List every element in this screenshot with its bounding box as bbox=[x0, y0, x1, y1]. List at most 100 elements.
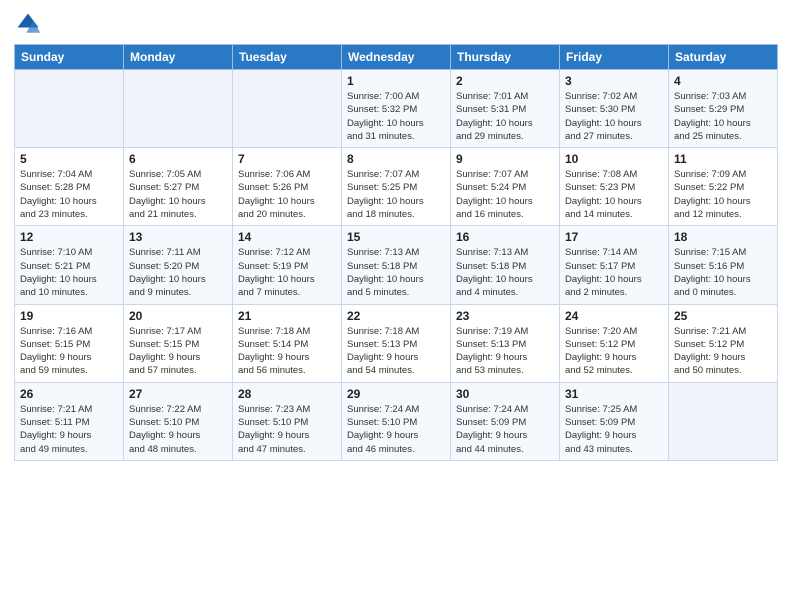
day-number: 17 bbox=[565, 230, 663, 244]
day-cell bbox=[669, 382, 778, 460]
calendar-table: SundayMondayTuesdayWednesdayThursdayFrid… bbox=[14, 44, 778, 461]
day-info: Sunrise: 7:23 AM Sunset: 5:10 PM Dayligh… bbox=[238, 403, 336, 456]
day-cell: 24 Sunrise: 7:20 AM Sunset: 5:12 PM Dayli… bbox=[560, 304, 669, 382]
day-cell: 20 Sunrise: 7:17 AM Sunset: 5:15 PM Dayli… bbox=[124, 304, 233, 382]
day-info: Sunrise: 7:13 AM Sunset: 5:18 PM Dayligh… bbox=[347, 246, 445, 299]
day-info: Sunrise: 7:19 AM Sunset: 5:13 PM Dayligh… bbox=[456, 325, 554, 378]
day-number: 19 bbox=[20, 309, 118, 323]
day-info: Sunrise: 7:11 AM Sunset: 5:20 PM Dayligh… bbox=[129, 246, 227, 299]
day-cell: 19 Sunrise: 7:16 AM Sunset: 5:15 PM Dayli… bbox=[15, 304, 124, 382]
day-cell: 5 Sunrise: 7:04 AM Sunset: 5:28 PM Daylig… bbox=[15, 148, 124, 226]
day-number: 16 bbox=[456, 230, 554, 244]
day-info: Sunrise: 7:01 AM Sunset: 5:31 PM Dayligh… bbox=[456, 90, 554, 143]
day-info: Sunrise: 7:24 AM Sunset: 5:09 PM Dayligh… bbox=[456, 403, 554, 456]
weekday-header-thursday: Thursday bbox=[451, 45, 560, 70]
day-cell bbox=[233, 70, 342, 148]
day-info: Sunrise: 7:24 AM Sunset: 5:10 PM Dayligh… bbox=[347, 403, 445, 456]
day-info: Sunrise: 7:22 AM Sunset: 5:10 PM Dayligh… bbox=[129, 403, 227, 456]
day-number: 20 bbox=[129, 309, 227, 323]
calendar-page: SundayMondayTuesdayWednesdayThursdayFrid… bbox=[0, 0, 792, 612]
day-info: Sunrise: 7:07 AM Sunset: 5:24 PM Dayligh… bbox=[456, 168, 554, 221]
weekday-header-sunday: Sunday bbox=[15, 45, 124, 70]
weekday-header-tuesday: Tuesday bbox=[233, 45, 342, 70]
day-number: 28 bbox=[238, 387, 336, 401]
day-number: 9 bbox=[456, 152, 554, 166]
day-info: Sunrise: 7:20 AM Sunset: 5:12 PM Dayligh… bbox=[565, 325, 663, 378]
day-number: 15 bbox=[347, 230, 445, 244]
day-number: 10 bbox=[565, 152, 663, 166]
day-number: 13 bbox=[129, 230, 227, 244]
day-number: 31 bbox=[565, 387, 663, 401]
day-number: 18 bbox=[674, 230, 772, 244]
logo bbox=[14, 10, 46, 38]
day-number: 27 bbox=[129, 387, 227, 401]
day-cell: 27 Sunrise: 7:22 AM Sunset: 5:10 PM Dayli… bbox=[124, 382, 233, 460]
day-info: Sunrise: 7:13 AM Sunset: 5:18 PM Dayligh… bbox=[456, 246, 554, 299]
day-number: 24 bbox=[565, 309, 663, 323]
day-cell: 9 Sunrise: 7:07 AM Sunset: 5:24 PM Daylig… bbox=[451, 148, 560, 226]
week-row-5: 26 Sunrise: 7:21 AM Sunset: 5:11 PM Dayli… bbox=[15, 382, 778, 460]
day-cell bbox=[124, 70, 233, 148]
day-info: Sunrise: 7:10 AM Sunset: 5:21 PM Dayligh… bbox=[20, 246, 118, 299]
day-cell: 15 Sunrise: 7:13 AM Sunset: 5:18 PM Dayli… bbox=[342, 226, 451, 304]
day-number: 23 bbox=[456, 309, 554, 323]
day-cell: 2Sunrise: 7:01 AM Sunset: 5:31 PM Daylig… bbox=[451, 70, 560, 148]
day-info: Sunrise: 7:12 AM Sunset: 5:19 PM Dayligh… bbox=[238, 246, 336, 299]
day-cell: 28 Sunrise: 7:23 AM Sunset: 5:10 PM Dayli… bbox=[233, 382, 342, 460]
week-row-3: 12 Sunrise: 7:10 AM Sunset: 5:21 PM Dayli… bbox=[15, 226, 778, 304]
day-number: 26 bbox=[20, 387, 118, 401]
day-info: Sunrise: 7:21 AM Sunset: 5:11 PM Dayligh… bbox=[20, 403, 118, 456]
day-cell: 8Sunrise: 7:07 AM Sunset: 5:25 PM Daylig… bbox=[342, 148, 451, 226]
day-number: 21 bbox=[238, 309, 336, 323]
day-info: Sunrise: 7:04 AM Sunset: 5:28 PM Dayligh… bbox=[20, 168, 118, 221]
day-number: 22 bbox=[347, 309, 445, 323]
day-number: 29 bbox=[347, 387, 445, 401]
day-cell: 21 Sunrise: 7:18 AM Sunset: 5:14 PM Dayli… bbox=[233, 304, 342, 382]
day-cell: 17 Sunrise: 7:14 AM Sunset: 5:17 PM Dayli… bbox=[560, 226, 669, 304]
day-info: Sunrise: 7:14 AM Sunset: 5:17 PM Dayligh… bbox=[565, 246, 663, 299]
day-info: Sunrise: 7:25 AM Sunset: 5:09 PM Dayligh… bbox=[565, 403, 663, 456]
header bbox=[14, 10, 778, 38]
day-info: Sunrise: 7:02 AM Sunset: 5:30 PM Dayligh… bbox=[565, 90, 663, 143]
day-cell: 29 Sunrise: 7:24 AM Sunset: 5:10 PM Dayli… bbox=[342, 382, 451, 460]
logo-icon bbox=[14, 10, 42, 38]
day-number: 25 bbox=[674, 309, 772, 323]
day-info: Sunrise: 7:18 AM Sunset: 5:14 PM Dayligh… bbox=[238, 325, 336, 378]
day-cell bbox=[15, 70, 124, 148]
weekday-header-friday: Friday bbox=[560, 45, 669, 70]
day-number: 6 bbox=[129, 152, 227, 166]
day-cell: 12 Sunrise: 7:10 AM Sunset: 5:21 PM Dayli… bbox=[15, 226, 124, 304]
day-cell: 11Sunrise: 7:09 AM Sunset: 5:22 PM Dayli… bbox=[669, 148, 778, 226]
day-cell: 14 Sunrise: 7:12 AM Sunset: 5:19 PM Dayli… bbox=[233, 226, 342, 304]
day-number: 14 bbox=[238, 230, 336, 244]
day-number: 5 bbox=[20, 152, 118, 166]
day-info: Sunrise: 7:08 AM Sunset: 5:23 PM Dayligh… bbox=[565, 168, 663, 221]
day-cell: 16 Sunrise: 7:13 AM Sunset: 5:18 PM Dayli… bbox=[451, 226, 560, 304]
day-cell: 3 Sunrise: 7:02 AM Sunset: 5:30 PM Daylig… bbox=[560, 70, 669, 148]
day-info: Sunrise: 7:17 AM Sunset: 5:15 PM Dayligh… bbox=[129, 325, 227, 378]
day-info: Sunrise: 7:06 AM Sunset: 5:26 PM Dayligh… bbox=[238, 168, 336, 221]
day-cell: 1Sunrise: 7:00 AM Sunset: 5:32 PM Daylig… bbox=[342, 70, 451, 148]
day-cell: 30 Sunrise: 7:24 AM Sunset: 5:09 PM Dayli… bbox=[451, 382, 560, 460]
week-row-2: 5 Sunrise: 7:04 AM Sunset: 5:28 PM Daylig… bbox=[15, 148, 778, 226]
day-cell: 7 Sunrise: 7:06 AM Sunset: 5:26 PM Daylig… bbox=[233, 148, 342, 226]
day-number: 3 bbox=[565, 74, 663, 88]
day-cell: 4Sunrise: 7:03 AM Sunset: 5:29 PM Daylig… bbox=[669, 70, 778, 148]
weekday-header-saturday: Saturday bbox=[669, 45, 778, 70]
weekday-header-row: SundayMondayTuesdayWednesdayThursdayFrid… bbox=[15, 45, 778, 70]
day-number: 7 bbox=[238, 152, 336, 166]
day-cell: 6Sunrise: 7:05 AM Sunset: 5:27 PM Daylig… bbox=[124, 148, 233, 226]
day-info: Sunrise: 7:16 AM Sunset: 5:15 PM Dayligh… bbox=[20, 325, 118, 378]
day-info: Sunrise: 7:07 AM Sunset: 5:25 PM Dayligh… bbox=[347, 168, 445, 221]
day-cell: 23 Sunrise: 7:19 AM Sunset: 5:13 PM Dayli… bbox=[451, 304, 560, 382]
day-info: Sunrise: 7:15 AM Sunset: 5:16 PM Dayligh… bbox=[674, 246, 772, 299]
day-cell: 18 Sunrise: 7:15 AM Sunset: 5:16 PM Dayli… bbox=[669, 226, 778, 304]
day-number: 12 bbox=[20, 230, 118, 244]
day-cell: 13 Sunrise: 7:11 AM Sunset: 5:20 PM Dayli… bbox=[124, 226, 233, 304]
day-number: 30 bbox=[456, 387, 554, 401]
week-row-1: 1Sunrise: 7:00 AM Sunset: 5:32 PM Daylig… bbox=[15, 70, 778, 148]
week-row-4: 19 Sunrise: 7:16 AM Sunset: 5:15 PM Dayli… bbox=[15, 304, 778, 382]
day-number: 4 bbox=[674, 74, 772, 88]
day-cell: 26 Sunrise: 7:21 AM Sunset: 5:11 PM Dayli… bbox=[15, 382, 124, 460]
day-info: Sunrise: 7:21 AM Sunset: 5:12 PM Dayligh… bbox=[674, 325, 772, 378]
